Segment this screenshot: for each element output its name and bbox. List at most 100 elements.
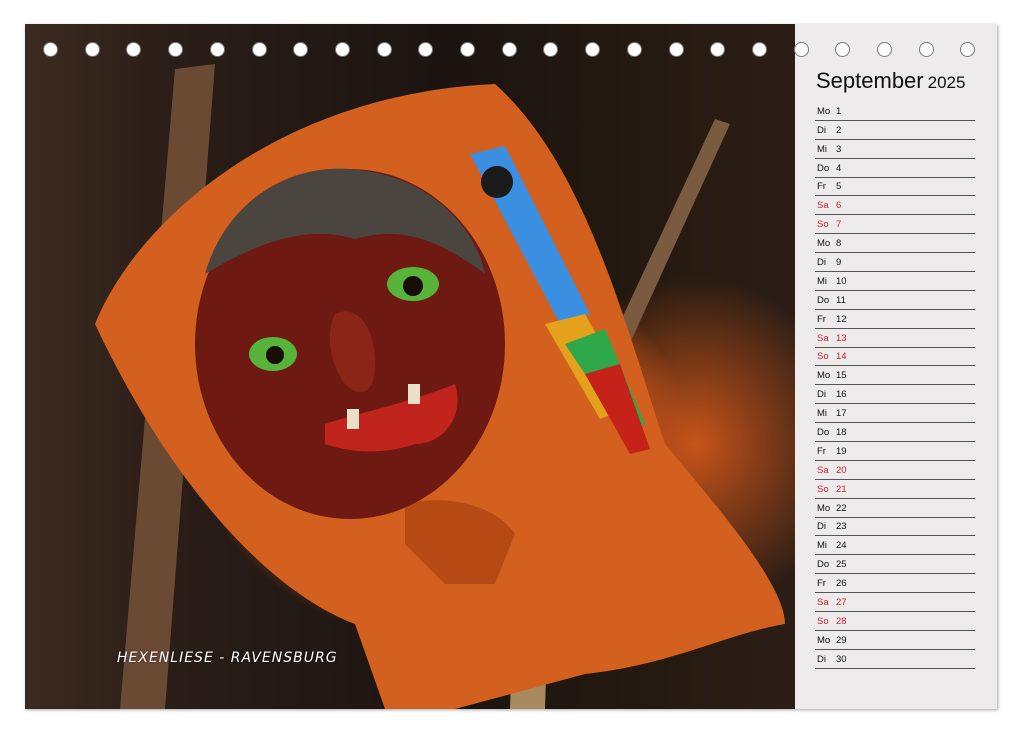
weekday-label: Di (817, 521, 826, 533)
day-row: Mo 1 (815, 102, 975, 121)
binding-hole (668, 42, 684, 57)
day-row: Do 25 (815, 555, 975, 575)
binding-hole (84, 42, 100, 57)
day-number: 9 (836, 257, 842, 269)
day-row: Sa 13 (815, 329, 975, 348)
weekday-label: Mi (817, 408, 828, 420)
day-row: Sa 6 (815, 196, 975, 216)
broom-stick-right (610, 119, 730, 354)
binding-hole (460, 42, 475, 57)
mask-illustration (95, 64, 785, 709)
day-row: Di 9 (815, 253, 975, 273)
day-row: Sa 20 (815, 461, 975, 480)
day-row: Di 30 (815, 650, 975, 669)
weekday-label: Mi (817, 143, 828, 155)
day-number: 3 (836, 143, 842, 155)
binding-hole (835, 42, 851, 57)
binding-hole (751, 42, 767, 57)
badge-medal (481, 166, 513, 198)
binding-hole (334, 42, 350, 57)
binding-hole (293, 42, 309, 57)
weekday-label: Mo (817, 502, 831, 514)
day-number: 20 (836, 464, 847, 476)
day-number: 15 (836, 370, 847, 382)
binding-hole (251, 42, 267, 57)
binding-hole (585, 42, 601, 57)
day-row: So 28 (815, 612, 975, 631)
day-row: Do 4 (815, 159, 975, 178)
day-number: 17 (836, 408, 847, 420)
weekday-label: Di (817, 389, 826, 401)
day-row: Mi 17 (815, 404, 975, 424)
weekday-label: Sa (817, 332, 829, 344)
weekday-label: So (817, 615, 829, 627)
month-title: September 2025 (816, 68, 965, 94)
day-number: 26 (836, 578, 847, 590)
day-number: 6 (836, 200, 842, 212)
day-row: Mo 29 (815, 631, 975, 650)
weekday-label: Mo (817, 238, 831, 250)
day-number: 23 (836, 521, 847, 533)
day-row: Fr 19 (815, 442, 975, 461)
binding-hole (543, 42, 559, 57)
binding-hole (918, 42, 934, 57)
day-number: 27 (836, 597, 847, 609)
binding-hole (43, 42, 58, 57)
witch-mask-photo: HEXENLIESE - RAVENSBURG (25, 24, 795, 709)
weekday-label: Do (817, 162, 830, 174)
day-row: Mo 15 (815, 366, 975, 386)
binding-hole (710, 42, 726, 57)
day-number: 12 (836, 313, 847, 325)
photo-caption: HEXENLIESE - RAVENSBURG (117, 650, 338, 666)
weekday-label: Mi (817, 275, 828, 287)
day-number: 5 (836, 181, 842, 193)
day-row: Di 2 (815, 121, 975, 140)
weekday-label: Di (817, 653, 826, 665)
day-number: 19 (836, 445, 847, 457)
binding-hole (501, 42, 517, 57)
day-number: 30 (836, 653, 847, 665)
day-number: 14 (836, 351, 847, 363)
day-number: 13 (836, 332, 847, 344)
day-row: Do 11 (815, 291, 975, 310)
day-number: 7 (836, 219, 842, 231)
day-number: 25 (836, 559, 847, 571)
day-number: 2 (836, 124, 842, 136)
day-row: Mo 8 (815, 234, 975, 254)
binding-hole (418, 42, 434, 57)
day-row: Mi 10 (815, 272, 975, 291)
weekday-label: Di (817, 124, 826, 136)
day-row: Fr 12 (815, 310, 975, 329)
day-row: Fr 26 (815, 574, 975, 594)
day-number: 8 (836, 238, 842, 250)
weekday-label: Fr (817, 578, 826, 590)
weekday-label: Mi (817, 540, 828, 552)
weekday-label: Sa (817, 464, 829, 476)
weekday-label: So (817, 483, 829, 495)
day-row: Di 23 (815, 518, 975, 537)
weekday-label: Fr (817, 181, 826, 193)
day-row: So 7 (815, 215, 975, 235)
weekday-label: So (817, 219, 829, 231)
weekday-label: Do (817, 294, 830, 306)
day-number: 22 (836, 502, 847, 514)
day-row: Mi 3 (815, 140, 975, 159)
binding-hole (877, 42, 892, 57)
month-name: September (816, 68, 924, 93)
day-row: Di 16 (815, 385, 975, 405)
day-number: 16 (836, 389, 847, 401)
weekday-label: Do (817, 427, 830, 439)
weekday-label: Mo (817, 370, 831, 382)
binding-hole (626, 42, 642, 57)
weekday-label: Fr (817, 445, 826, 457)
day-number: 21 (836, 483, 847, 495)
binding-hole (376, 42, 392, 57)
binding-hole (209, 42, 225, 57)
day-row: Do 18 (815, 423, 975, 443)
day-number: 11 (836, 294, 846, 306)
binding-holes (25, 42, 997, 66)
day-number: 18 (836, 427, 847, 439)
day-number: 29 (836, 634, 847, 646)
calendar-panel: September 2025 Mo 1 Di 2 Mi 3 Do 4 Fr 5 Sa 6 So 7 Mo 8 Di… (795, 24, 997, 709)
weekday-label: Mo (817, 105, 831, 117)
